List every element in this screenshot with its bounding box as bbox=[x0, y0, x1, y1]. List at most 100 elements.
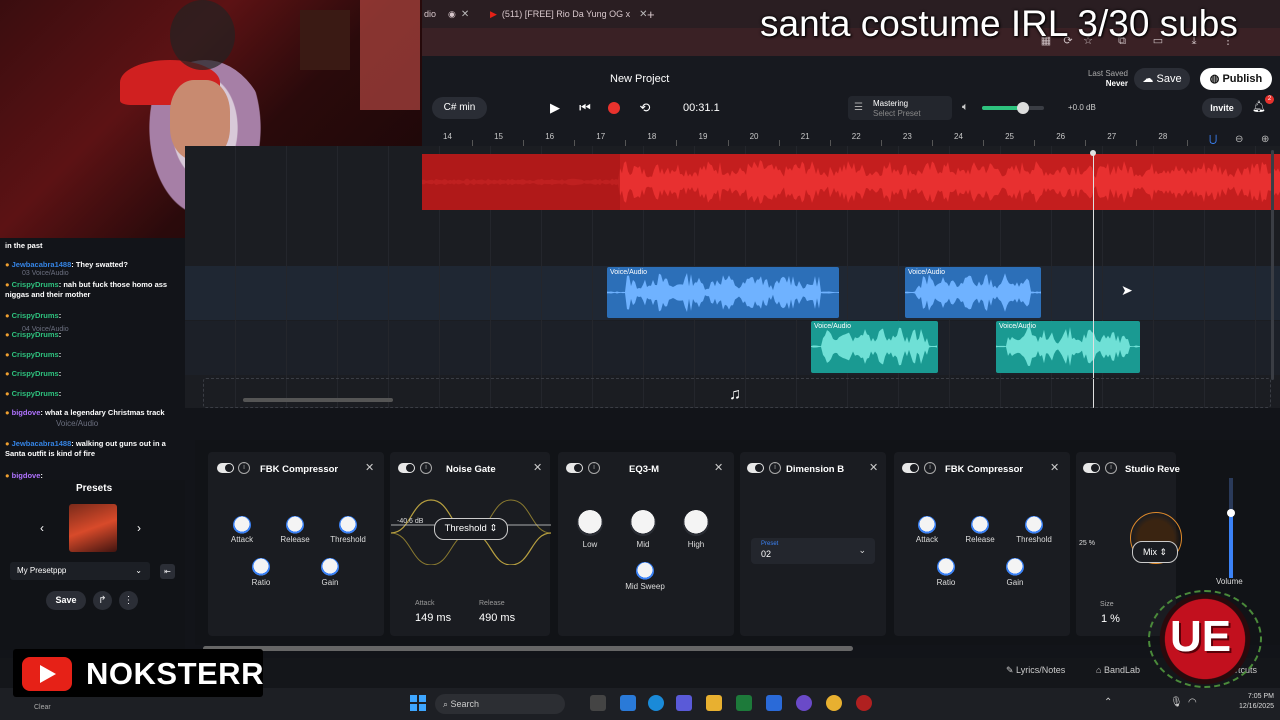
knob-ratio[interactable] bbox=[937, 558, 955, 576]
info-icon[interactable]: i bbox=[924, 462, 936, 474]
dimension-preset-select[interactable]: Preset 02 ⌄ bbox=[751, 538, 875, 564]
chat-username[interactable]: Jewbacabra1488 bbox=[12, 439, 72, 448]
close-icon[interactable]: ✕ bbox=[365, 461, 374, 474]
loop-icon[interactable]: ⟲ bbox=[638, 101, 652, 115]
windows-start-icon[interactable] bbox=[410, 695, 426, 711]
chevron-left-icon[interactable]: ‹ bbox=[40, 521, 44, 535]
browser-tab-youtube[interactable]: ▶ (511) [FREE] Rio Da Yung OG x ✕ bbox=[490, 4, 648, 24]
copilot-icon[interactable] bbox=[620, 695, 636, 711]
knob-mid[interactable] bbox=[630, 510, 656, 536]
voice-audio-clip[interactable]: Voice/Audio bbox=[996, 321, 1140, 373]
excel-icon[interactable] bbox=[736, 695, 752, 711]
info-icon[interactable]: i bbox=[1105, 462, 1117, 474]
preset-thumbnail[interactable] bbox=[69, 504, 117, 552]
voice-audio-clip[interactable]: Voice/Audio bbox=[811, 321, 938, 373]
collapse-panel-icon[interactable]: ⇤ bbox=[160, 564, 175, 579]
chrome-icon[interactable] bbox=[826, 695, 842, 711]
threshold-control[interactable]: Threshold ⇕ bbox=[434, 518, 508, 540]
zoom-in-icon[interactable]: ⊕ bbox=[1261, 134, 1269, 145]
chat-username[interactable]: CrispyDrums bbox=[12, 311, 59, 320]
obs-icon[interactable] bbox=[796, 695, 812, 711]
info-icon[interactable]: i bbox=[588, 462, 600, 474]
effect-toggle[interactable] bbox=[902, 463, 919, 473]
chat-username[interactable]: bigdove bbox=[12, 471, 41, 480]
size-value[interactable]: 1 % bbox=[1101, 613, 1120, 625]
release-value[interactable]: 490 ms bbox=[479, 612, 515, 624]
close-icon[interactable]: ✕ bbox=[869, 461, 878, 474]
knob-attack[interactable] bbox=[918, 516, 936, 534]
track-vertical-scrollbar[interactable] bbox=[1271, 150, 1274, 380]
app-icon[interactable] bbox=[856, 695, 872, 711]
knob-mid-sweep[interactable] bbox=[636, 562, 654, 580]
info-icon[interactable]: i bbox=[769, 462, 781, 474]
effect-toggle[interactable] bbox=[747, 463, 764, 473]
voice-audio-clip[interactable]: Voice/Audio bbox=[607, 267, 839, 318]
timeline-scrollbar[interactable] bbox=[243, 398, 393, 402]
chat-username[interactable]: Jewbacabra1488 bbox=[12, 260, 72, 269]
chevron-right-icon[interactable]: › bbox=[137, 521, 141, 535]
chat-username[interactable]: CrispyDrums bbox=[12, 330, 59, 339]
playhead-handle[interactable] bbox=[1090, 150, 1096, 156]
knob-gain[interactable] bbox=[321, 558, 339, 576]
key-selector[interactable]: C# min bbox=[432, 97, 487, 119]
invite-button[interactable]: Invite bbox=[1202, 98, 1242, 118]
master-audio-clip[interactable] bbox=[422, 154, 1280, 210]
magnet-icon[interactable]: ⋃ bbox=[1209, 134, 1217, 145]
mix-control[interactable]: Mix ⇕ bbox=[1132, 541, 1178, 563]
playhead[interactable] bbox=[1093, 152, 1094, 408]
new-tab-button[interactable]: + bbox=[647, 4, 655, 24]
share-icon[interactable]: ↱ bbox=[93, 591, 112, 610]
close-icon[interactable]: ✕ bbox=[714, 461, 723, 474]
info-icon[interactable]: i bbox=[420, 462, 432, 474]
task-view-icon[interactable] bbox=[590, 695, 606, 711]
play-icon[interactable]: ▶ bbox=[548, 101, 562, 115]
effect-toggle[interactable] bbox=[398, 463, 415, 473]
knob-low[interactable] bbox=[577, 510, 603, 536]
add-track-icon[interactable]: ♫ bbox=[729, 386, 741, 404]
chat-username[interactable]: CrispyDrums bbox=[12, 350, 59, 359]
attack-value[interactable]: 149 ms bbox=[415, 612, 451, 624]
effect-toggle[interactable] bbox=[217, 463, 234, 473]
master-volume-handle[interactable] bbox=[1017, 102, 1029, 114]
tray-chevron-icon[interactable]: ⌃ bbox=[1104, 697, 1112, 708]
chat-username[interactable]: bigdove bbox=[12, 408, 41, 417]
knob-high[interactable] bbox=[683, 510, 709, 536]
chat-username[interactable]: CrispyDrums bbox=[12, 389, 59, 398]
knob-release[interactable] bbox=[971, 516, 989, 534]
knob-threshold[interactable] bbox=[1025, 516, 1043, 534]
preset-save-button[interactable]: Save bbox=[46, 591, 86, 610]
taskbar-clock[interactable]: 7:05 PM 12/16/2025 bbox=[1232, 692, 1274, 712]
app-icon[interactable] bbox=[766, 695, 782, 711]
more-icon[interactable]: ⋮ bbox=[119, 591, 138, 610]
publish-button[interactable]: ◍ Publish bbox=[1200, 68, 1272, 90]
wifi-icon[interactable]: ◠ bbox=[1188, 697, 1197, 708]
teams-icon[interactable] bbox=[676, 695, 692, 711]
edge-icon[interactable] bbox=[648, 695, 664, 711]
record-button[interactable] bbox=[608, 102, 620, 114]
chat-username[interactable]: CrispyDrums bbox=[12, 369, 59, 378]
bandlab-button[interactable]: ⌂ BandLab bbox=[1096, 665, 1140, 675]
effects-rack-scrollbar[interactable] bbox=[203, 646, 853, 651]
close-icon[interactable]: ✕ bbox=[533, 461, 542, 474]
mastering-button[interactable]: ☰ Mastering Select Preset bbox=[848, 96, 952, 120]
close-icon[interactable]: ✕ bbox=[461, 9, 469, 20]
browser-tab[interactable]: ◉ ✕ bbox=[448, 4, 469, 24]
close-icon[interactable]: ✕ bbox=[1050, 461, 1059, 474]
knob-threshold[interactable] bbox=[339, 516, 357, 534]
fader-handle[interactable] bbox=[1227, 509, 1235, 517]
info-icon[interactable]: i bbox=[238, 462, 250, 474]
effect-toggle[interactable] bbox=[1083, 463, 1100, 473]
file-explorer-icon[interactable] bbox=[706, 695, 722, 711]
knob-ratio[interactable] bbox=[252, 558, 270, 576]
mic-icon[interactable]: 🎙︎ bbox=[1170, 697, 1183, 708]
knob-attack[interactable] bbox=[233, 516, 251, 534]
skip-back-icon[interactable]: ⏮ bbox=[578, 101, 592, 115]
taskbar-search[interactable]: ⌕ Search bbox=[435, 694, 565, 714]
knob-gain[interactable] bbox=[1006, 558, 1024, 576]
bell-icon[interactable]: 🔔︎ bbox=[1252, 100, 1266, 113]
master-volume-slider[interactable] bbox=[982, 106, 1044, 110]
voice-audio-clip[interactable]: Voice/Audio bbox=[905, 267, 1041, 318]
effect-toggle[interactable] bbox=[566, 463, 583, 473]
zoom-out-icon[interactable]: ⊖ bbox=[1235, 134, 1243, 145]
lyrics-notes-button[interactable]: ✎ Lyrics/Notes bbox=[1006, 665, 1065, 676]
